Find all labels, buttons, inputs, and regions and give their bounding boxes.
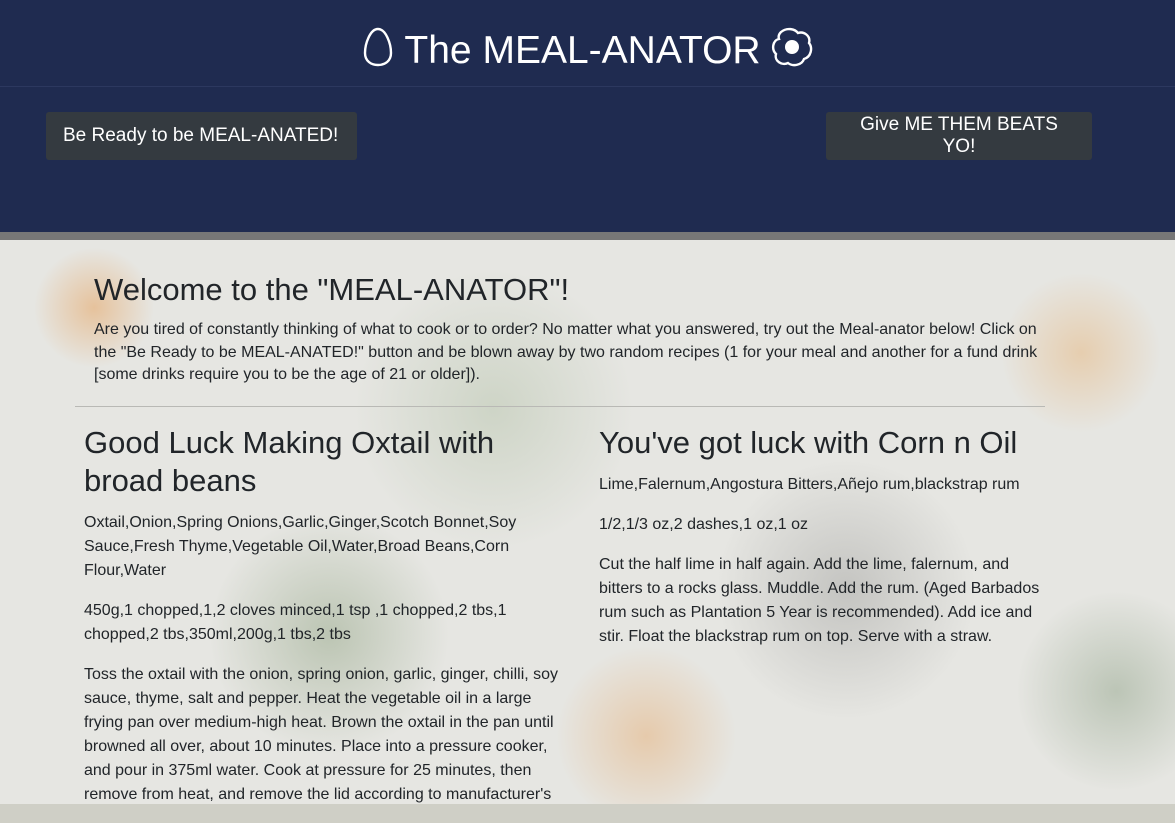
meal-measures: 450g,1 chopped,1,2 cloves minced,1 tsp ,… (84, 602, 507, 643)
drink-ingredients: Lime,Falernum,Angostura Bitters,Añejo ru… (599, 476, 1020, 493)
welcome-title: Welcome to the "MEAL-ANATOR"! (94, 272, 570, 307)
welcome-text: Are you tired of constantly thinking of … (94, 321, 1038, 383)
header-divider (0, 86, 1175, 87)
title-row: The MEAL-ANATOR (0, 18, 1175, 80)
meal-title: Good Luck Making Oxtail with broad beans (84, 425, 495, 498)
drink-title: You've got luck with Corn n Oil (599, 425, 1018, 460)
meal-recipe: Good Luck Making Oxtail with broad beans… (84, 424, 574, 823)
egg-icon (362, 26, 394, 73)
app-title: The MEAL-ANATOR (404, 29, 761, 72)
drink-instructions: Cut the half lime in half again. Add the… (599, 556, 1040, 645)
drink-measures: 1/2,1/3 oz,2 dashes,1 oz,1 oz (599, 516, 809, 533)
page-header: The MEAL-ANATOR Be Ready to be MEAL-ANAT… (0, 0, 1175, 232)
header-bottom-band (0, 232, 1175, 240)
meal-ingredients: Oxtail,Onion,Spring Onions,Garlic,Ginger… (84, 514, 517, 579)
meal-instructions: Toss the oxtail with the onion, spring o… (84, 666, 559, 803)
section-divider (75, 406, 1045, 407)
beats-button[interactable]: Give ME THEM BEATS YO! (826, 112, 1092, 160)
drink-recipe: You've got luck with Corn n Oil Lime,Fal… (599, 424, 1049, 665)
meal-anated-button[interactable]: Be Ready to be MEAL-ANATED! (46, 112, 357, 160)
fried-egg-icon (771, 26, 813, 73)
